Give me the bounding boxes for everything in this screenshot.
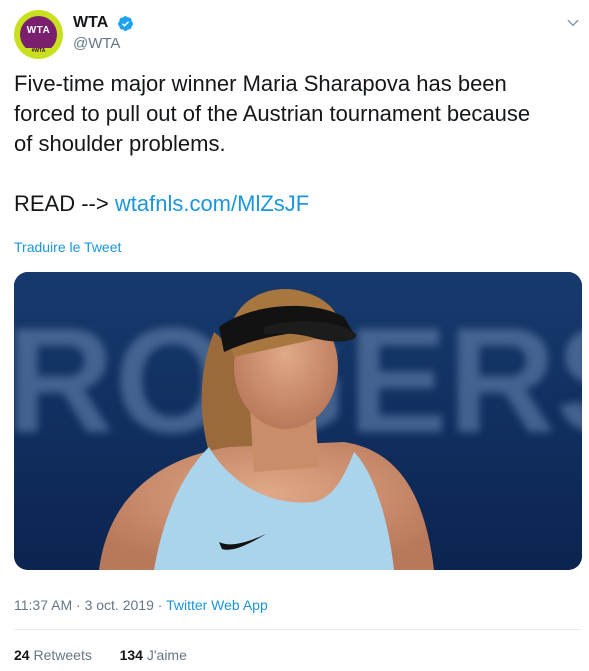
tweet-date[interactable]: 3 oct. 2019 [85, 597, 154, 613]
meta-separator: · [157, 597, 163, 613]
avatar-tag: #WTA [14, 48, 63, 54]
avatar[interactable]: WTA #WTA [14, 10, 63, 59]
author-handle[interactable]: @WTA [73, 35, 134, 52]
tweet-link[interactable]: wtafnls.com/MlZsJF [115, 191, 309, 216]
translate-tweet-link[interactable]: Traduire le Tweet [14, 239, 121, 255]
retweets-label: Retweets [33, 647, 92, 663]
tweet-time[interactable]: 11:37 AM [14, 597, 72, 613]
tweet-text-line: of shoulder problems. [14, 131, 226, 156]
likes-label: J'aime [146, 647, 187, 663]
tweet-read-line: READ --> wtafnls.com/MlZsJF [14, 189, 574, 219]
author-display-name[interactable]: WTA [73, 14, 108, 32]
meta-separator: · [76, 597, 81, 613]
tweet-stats: 24 Retweets 134 J'aime [14, 647, 187, 663]
read-prefix: READ --> [14, 191, 115, 216]
tweet-header: WTA #WTA WTA @WTA [14, 10, 582, 59]
author-names: WTA @WTA [73, 14, 134, 52]
likes-count: 134 [119, 647, 143, 663]
avatar-logo-text: WTA [26, 25, 51, 36]
tweet-meta: 11:37 AM · 3 oct. 2019 · Twitter Web App [14, 597, 268, 613]
chevron-down-icon[interactable] [566, 16, 580, 30]
retweets-stat[interactable]: 24 Retweets [14, 647, 92, 663]
photo-illustration: ROGERS [14, 272, 582, 570]
tweet-media-photo[interactable]: ROGERS [14, 272, 582, 570]
divider [14, 629, 582, 630]
tweet-text-line: Five-time major winner Maria Sharapova h… [14, 71, 507, 96]
tweet-source[interactable]: Twitter Web App [166, 597, 268, 613]
tweet-text: Five-time major winner Maria Sharapova h… [14, 69, 574, 219]
likes-stat[interactable]: 134 J'aime [120, 647, 187, 663]
tweet-text-line: forced to pull out of the Austrian tourn… [14, 101, 531, 126]
verified-icon [117, 15, 133, 31]
retweets-count: 24 [14, 647, 30, 663]
